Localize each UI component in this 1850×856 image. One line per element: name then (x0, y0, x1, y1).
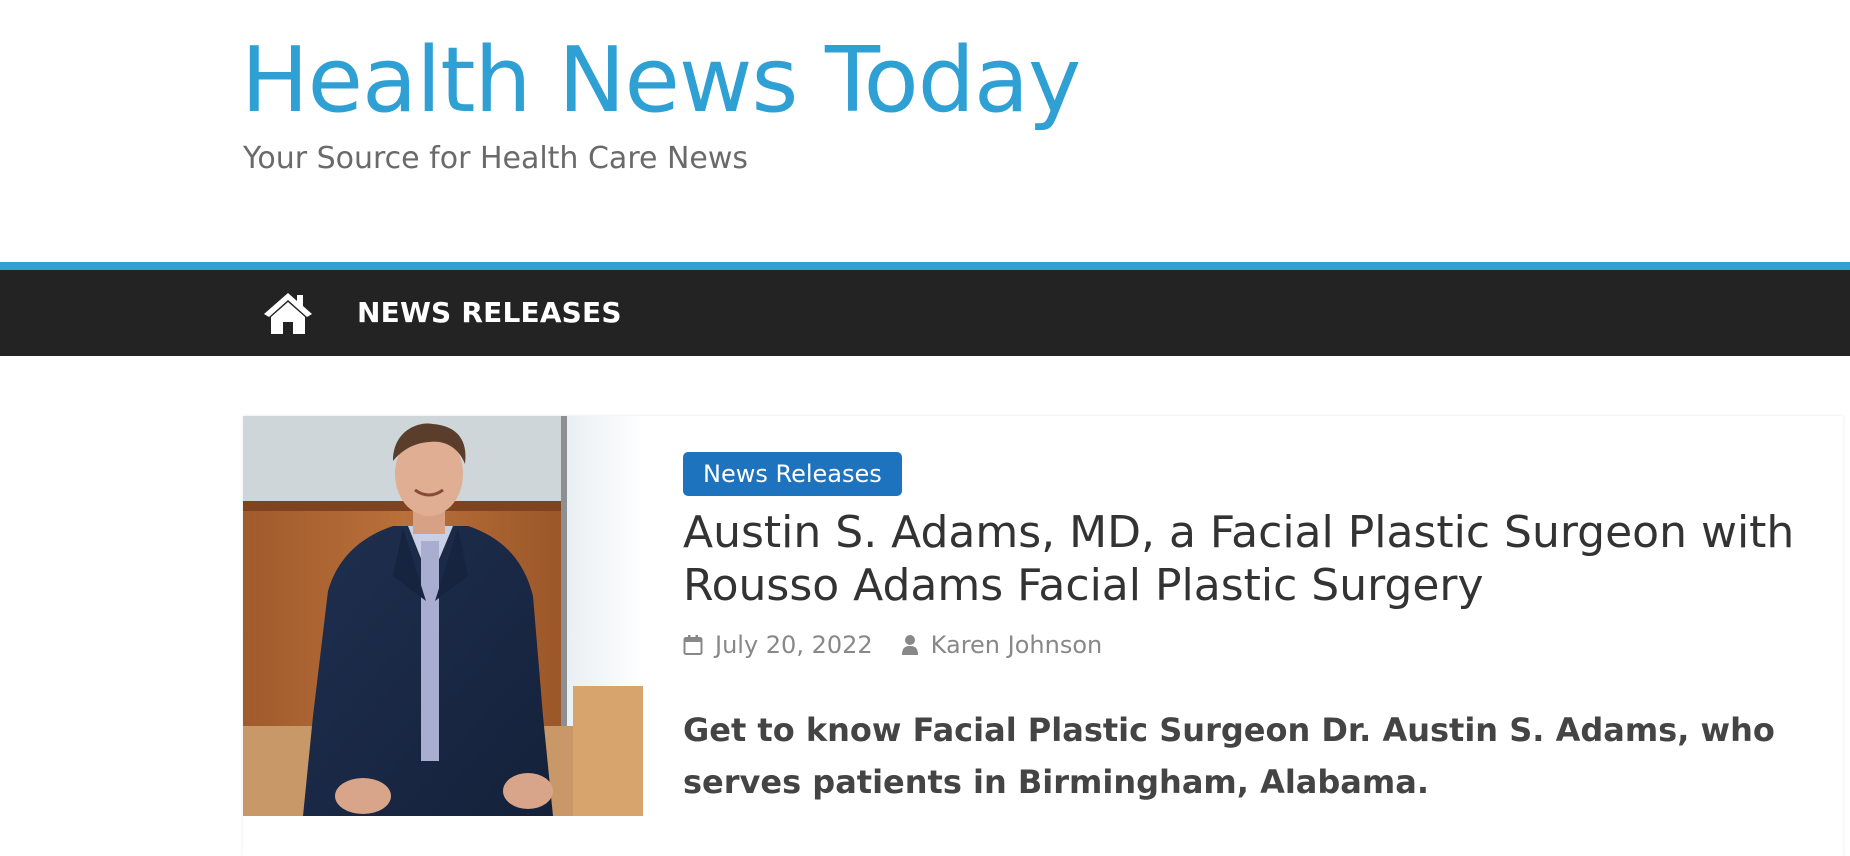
post-card: News Releases Austin S. Adams, MD, a Fac… (243, 416, 1843, 856)
nav-item-news-releases[interactable]: NEWS RELEASES (357, 270, 622, 356)
site-header: Health News Today Your Source for Health… (0, 0, 1850, 262)
user-icon (901, 634, 919, 656)
home-button[interactable] (258, 285, 318, 341)
nav-accent-bar (0, 262, 1850, 270)
post-author: Karen Johnson (930, 631, 1103, 659)
portrait-illustration (243, 416, 643, 816)
post-excerpt: Get to know Facial Plastic Surgeon Dr. A… (683, 711, 1775, 801)
post-date: July 20, 2022 (715, 631, 873, 659)
main-navigation: NEWS RELEASES (0, 270, 1850, 356)
post-author-link[interactable]: Karen Johnson (901, 631, 1103, 659)
home-icon (262, 290, 314, 336)
post-content: News Releases Austin S. Adams, MD, a Fac… (683, 452, 1803, 808)
post-meta: July 20, 2022 Karen Johnson (683, 628, 1803, 662)
post-title[interactable]: Austin S. Adams, MD, a Facial Plastic Su… (683, 506, 1803, 612)
calendar-icon (683, 634, 703, 656)
category-badge[interactable]: News Releases (683, 452, 902, 496)
featured-image[interactable] (243, 416, 643, 816)
site-tagline: Your Source for Health Care News (243, 141, 749, 176)
site-title[interactable]: Health News Today (241, 26, 1081, 136)
post-date-link[interactable]: July 20, 2022 (683, 631, 873, 659)
